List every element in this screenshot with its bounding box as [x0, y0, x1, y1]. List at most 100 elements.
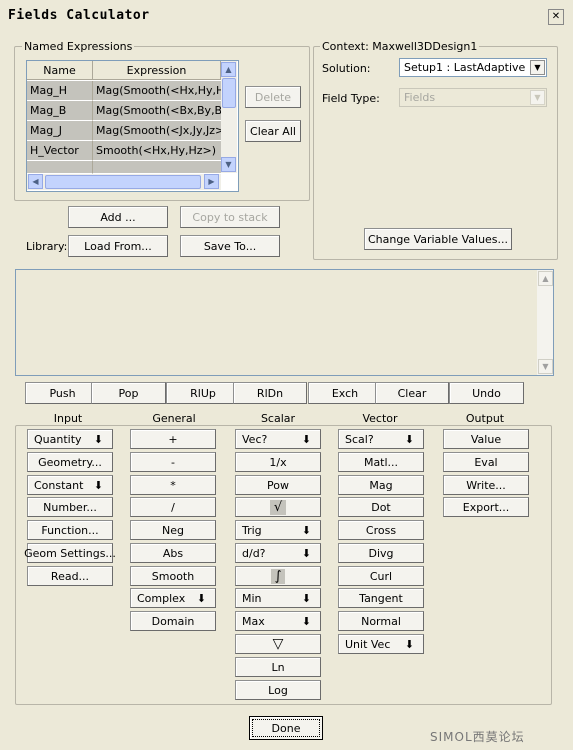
- geom-settings-button[interactable]: Geom Settings...: [24, 543, 116, 563]
- divg-button[interactable]: Divg: [338, 543, 424, 563]
- save-to-button[interactable]: Save To...: [180, 235, 280, 257]
- scroll-thumb[interactable]: [45, 175, 201, 189]
- table-row-name[interactable]: Mag_B: [27, 101, 93, 121]
- number-button[interactable]: Number...: [27, 497, 113, 517]
- vec-button[interactable]: Vec? ⬇: [235, 429, 321, 449]
- plus-button[interactable]: +: [130, 429, 216, 449]
- vertical-scrollbar[interactable]: ▲ ▼: [221, 61, 237, 173]
- load-from-button[interactable]: Load From...: [68, 235, 168, 257]
- table-row-expression[interactable]: Mag(Smooth(<Hx,Hy,Hz>)): [93, 81, 221, 101]
- clear-stack-button[interactable]: Clear: [375, 382, 449, 404]
- smooth-button[interactable]: Smooth: [130, 566, 216, 586]
- table-row-expression[interactable]: Smooth(<Hx,Hy,Hz>): [93, 141, 221, 161]
- download-arrow-icon: ⬇: [93, 479, 103, 492]
- min-button[interactable]: Min ⬇: [235, 588, 321, 608]
- abs-button[interactable]: Abs: [130, 543, 216, 563]
- stack-vertical-scrollbar[interactable]: ▲ ▼: [537, 270, 553, 375]
- reciprocal-button[interactable]: 1/x: [235, 452, 321, 472]
- download-arrow-icon: ⬇: [301, 592, 311, 605]
- ln-button[interactable]: Ln: [235, 657, 321, 677]
- table-row-expression[interactable]: Mag(Smooth(<Jx,Jy,Jz>)): [93, 121, 221, 141]
- download-arrow-icon: ⬇: [301, 433, 311, 446]
- scroll-down-icon[interactable]: ▼: [221, 157, 236, 172]
- dot-button[interactable]: Dot: [338, 497, 424, 517]
- unit-vec-button[interactable]: Unit Vec ⬇: [338, 634, 424, 654]
- complex-label: Complex: [137, 591, 186, 605]
- domain-button[interactable]: Domain: [130, 611, 216, 631]
- horizontal-scrollbar[interactable]: ◀ ▶: [27, 174, 221, 190]
- chevron-down-icon[interactable]: ▼: [530, 60, 545, 75]
- geometry-button[interactable]: Geometry...: [27, 452, 113, 472]
- neg-button[interactable]: Neg: [130, 520, 216, 540]
- complex-button[interactable]: Complex ⬇: [130, 588, 216, 608]
- close-icon: ✕: [551, 11, 561, 22]
- window-title: Fields Calculator: [8, 8, 150, 23]
- normal-button[interactable]: Normal: [338, 611, 424, 631]
- scroll-down-icon[interactable]: ▼: [538, 359, 553, 374]
- cross-button[interactable]: Cross: [338, 520, 424, 540]
- divide-button[interactable]: /: [130, 497, 216, 517]
- solution-value: Setup1 : LastAdaptive: [404, 61, 526, 74]
- read-button[interactable]: Read...: [27, 566, 113, 586]
- matl-button[interactable]: Matl...: [338, 452, 424, 472]
- mag-button[interactable]: Mag: [338, 475, 424, 495]
- write-button[interactable]: Write...: [443, 475, 529, 495]
- add-button[interactable]: Add ...: [68, 206, 168, 228]
- eval-button[interactable]: Eval: [443, 452, 529, 472]
- scal-button[interactable]: Scal? ⬇: [338, 429, 424, 449]
- field-type-select[interactable]: Fields ▼: [399, 88, 547, 107]
- scroll-up-icon[interactable]: ▲: [221, 62, 236, 77]
- table-row-expression[interactable]: Mag(Smooth(<Bx,By,Bz>)): [93, 101, 221, 121]
- column-header-expression[interactable]: Expression: [93, 61, 221, 80]
- scroll-left-icon[interactable]: ◀: [28, 174, 43, 189]
- general-column-header: General: [152, 412, 196, 425]
- scroll-up-icon[interactable]: ▲: [538, 271, 553, 286]
- derivative-button[interactable]: d/d? ⬇: [235, 543, 321, 563]
- sqrt-button[interactable]: √: [235, 497, 321, 517]
- chevron-down-icon[interactable]: ▼: [530, 90, 545, 105]
- function-button[interactable]: Function...: [27, 520, 113, 540]
- change-variable-values-button[interactable]: Change Variable Values...: [364, 228, 512, 250]
- value-button[interactable]: Value: [443, 429, 529, 449]
- scal-label: Scal?: [345, 432, 374, 446]
- multiply-button[interactable]: *: [130, 475, 216, 495]
- table-row-empty[interactable]: [27, 161, 93, 174]
- table-row-name[interactable]: Mag_H: [27, 81, 93, 101]
- copy-to-stack-button[interactable]: Copy to stack: [180, 206, 280, 228]
- constant-button[interactable]: Constant ⬇: [27, 475, 113, 495]
- close-button[interactable]: ✕: [548, 9, 564, 25]
- done-button[interactable]: Done: [249, 716, 323, 740]
- table-row-name[interactable]: H_Vector: [27, 141, 93, 161]
- push-button[interactable]: Push: [25, 382, 100, 404]
- clear-all-button[interactable]: Clear All: [245, 120, 301, 142]
- roll-up-button[interactable]: RlUp: [166, 382, 240, 404]
- solution-select[interactable]: Setup1 : LastAdaptive ▼: [399, 58, 547, 77]
- watermark: SIMOL西莫论坛: [430, 730, 525, 744]
- roll-down-button[interactable]: RlDn: [233, 382, 307, 404]
- pow-button[interactable]: Pow: [235, 475, 321, 495]
- named-expressions-table[interactable]: Name Expression Mag_H Mag(Smooth(<Hx,Hy,…: [26, 60, 239, 192]
- stack-display[interactable]: ▲ ▼: [15, 269, 554, 376]
- undo-button[interactable]: Undo: [449, 382, 524, 404]
- gradient-icon: ▽: [272, 636, 284, 652]
- exchange-button[interactable]: Exch: [308, 382, 382, 404]
- scroll-thumb[interactable]: [222, 78, 236, 108]
- vector-column-header: Vector: [362, 412, 398, 425]
- gradient-button[interactable]: ▽: [235, 634, 321, 654]
- log-button[interactable]: Log: [235, 680, 321, 700]
- delete-button[interactable]: Delete: [245, 86, 301, 108]
- table-row-name[interactable]: Mag_J: [27, 121, 93, 141]
- minus-button[interactable]: -: [130, 452, 216, 472]
- quantity-button[interactable]: Quantity ⬇: [27, 429, 113, 449]
- table-row-empty[interactable]: [93, 161, 221, 174]
- tangent-button[interactable]: Tangent: [338, 588, 424, 608]
- max-button[interactable]: Max ⬇: [235, 611, 321, 631]
- export-button[interactable]: Export...: [443, 497, 529, 517]
- download-arrow-icon: ⬇: [404, 638, 414, 651]
- trig-button[interactable]: Trig ⬇: [235, 520, 321, 540]
- curl-button[interactable]: Curl: [338, 566, 424, 586]
- column-header-name[interactable]: Name: [27, 61, 93, 80]
- integral-button[interactable]: ∫: [235, 566, 321, 586]
- scroll-right-icon[interactable]: ▶: [204, 174, 219, 189]
- pop-button[interactable]: Pop: [91, 382, 166, 404]
